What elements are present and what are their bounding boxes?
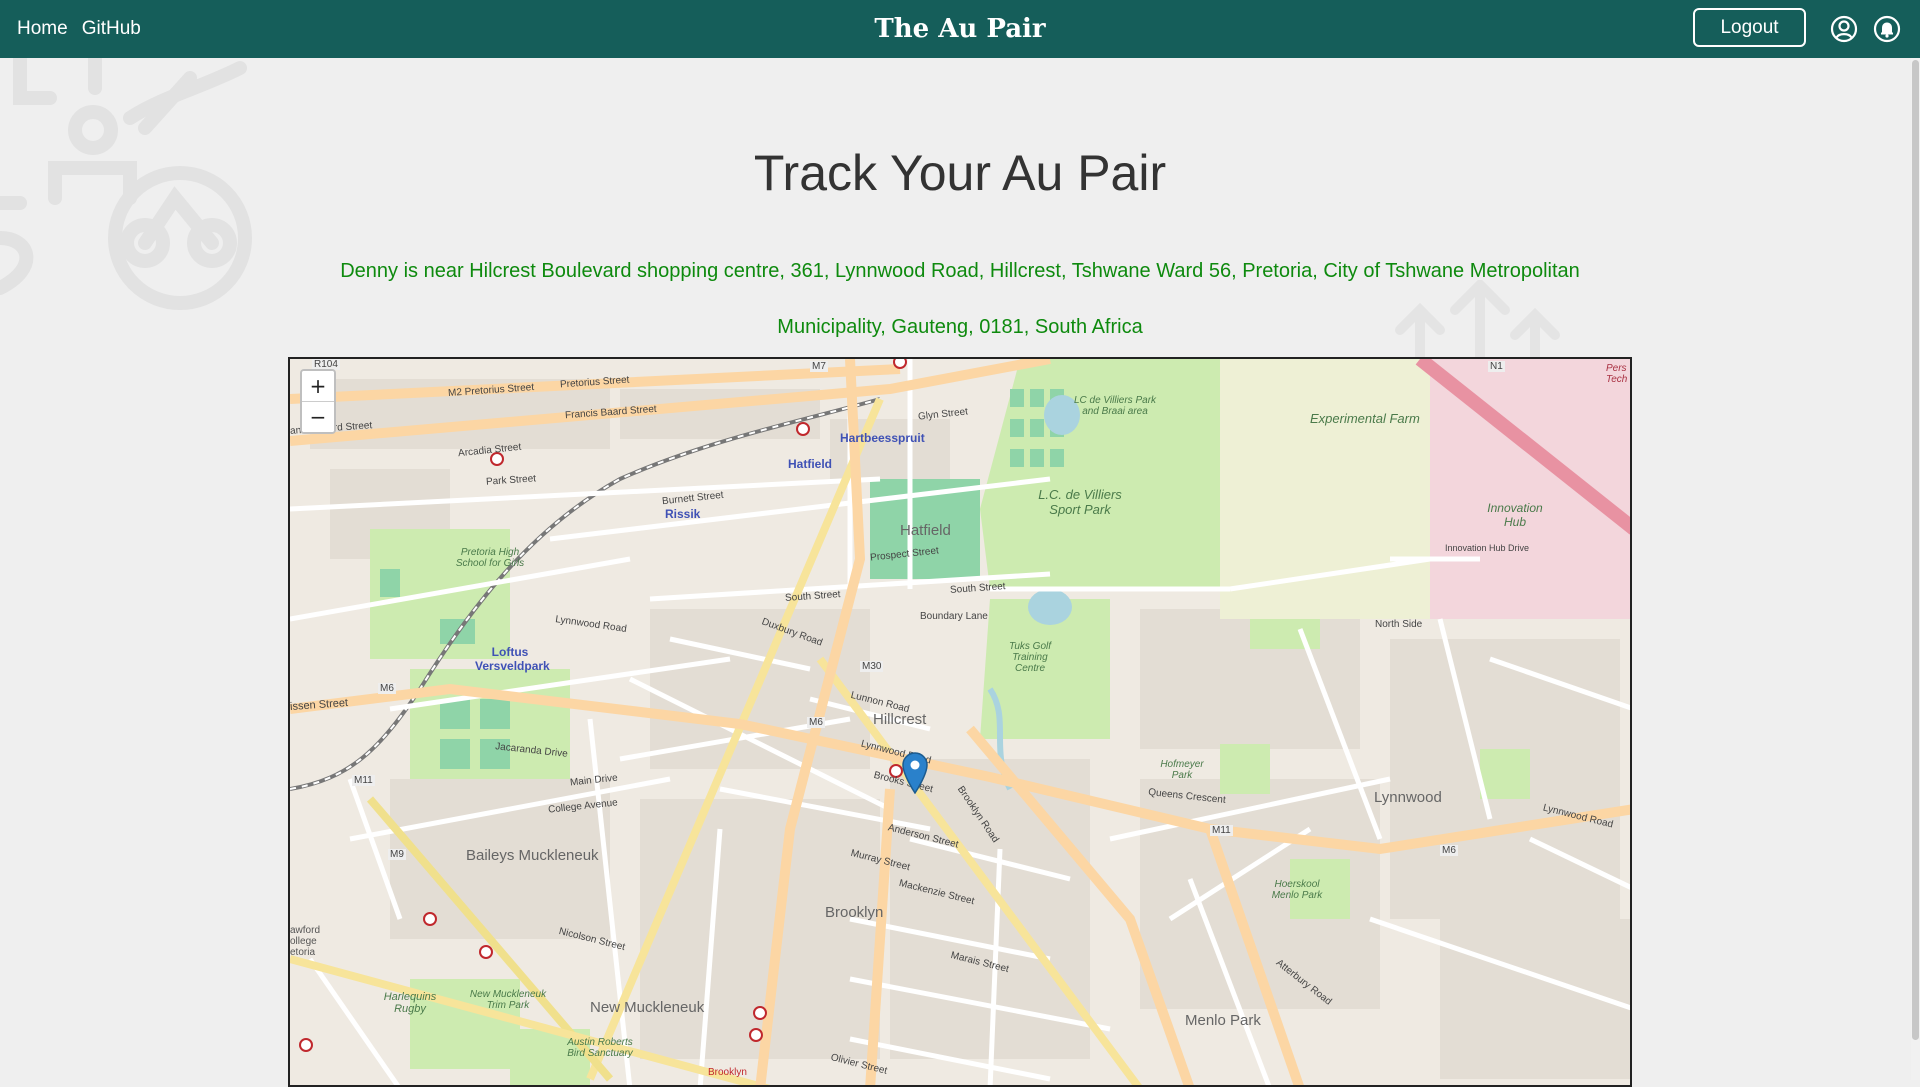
au-pair-location-text: Denny is near Hilcrest Boulevard shoppin… [340, 260, 1580, 338]
map-label-hatfield-station: Hatfield [788, 457, 833, 471]
map-shield-n1: N1 [1488, 361, 1505, 372]
map-label-baileys: Baileys Muckleneuk [466, 847, 599, 864]
map-shield-m6b: M6 [807, 717, 825, 728]
map-zoom-control: + − [300, 369, 336, 434]
map-label-austin-roberts: Austin Roberts Bird Sanctuary [567, 1037, 633, 1059]
map-label-lc-de-villiers: L.C. de Villiers Sport Park [1038, 487, 1122, 517]
map-label-north-side: North Side [1375, 619, 1423, 630]
zoom-out-button[interactable]: − [302, 402, 334, 432]
map-label-innovation-hub: Innovation Hub [1487, 501, 1543, 529]
map-label-menlo-park: Menlo Park [1185, 1012, 1261, 1029]
map-label-brooklyn: Brooklyn [825, 904, 884, 921]
map-label-hartbeesspruit: Hartbeesspruit [840, 431, 925, 445]
map-shield-m7: M7 [810, 361, 828, 372]
map-label-brooklyn-bottom: Brooklyn [708, 1067, 747, 1078]
nav-links: Home GitHub [17, 0, 141, 58]
map-label-lynnwood: Lynnwood [1374, 789, 1442, 806]
map-label-pretoria-high: Pretoria High School for Girls [455, 547, 525, 569]
page-scrollbar[interactable] [1911, 58, 1920, 1080]
map-shield-m6: M6 [378, 683, 396, 694]
map-label-hillcrest: Hillcrest [873, 711, 927, 728]
map-label-innovation-hub-drive: Innovation Hub Drive [1445, 543, 1530, 553]
map-label-experimental-farm: Experimental Farm [1310, 411, 1420, 426]
map-label-lc-braai: LC de Villiers Park and Braai area [1073, 395, 1157, 417]
tracking-map[interactable]: Experimental Farm L.C. de Villiers Sport… [288, 357, 1632, 1087]
map-label-hoerskool: Hoerskool Menlo Park [1271, 879, 1323, 901]
map-label-loftus: Loftus Versveldpark [475, 645, 550, 673]
map-label-rissik: Rissik [665, 507, 701, 521]
map-label-new-muckleneuk-park: New Muckleneuk Trim Park [469, 989, 547, 1011]
map-shield-m11b: M11 [1210, 825, 1233, 836]
scrollbar-thumb[interactable] [1912, 60, 1919, 1040]
user-circle-icon[interactable] [1830, 15, 1858, 43]
map-label-boundary-lane: Boundary Lane [920, 611, 988, 622]
map-label-new-muckleneuk: New Muckleneuk [590, 999, 705, 1016]
page-title: Track Your Au Pair [753, 145, 1167, 201]
map-label-harlequins: Harlequins Rugby [383, 991, 437, 1015]
map-shield-m30: M30 [860, 661, 884, 672]
bell-icon[interactable] [1873, 15, 1901, 43]
brand-logo: The Au Pair [874, 14, 1046, 44]
map-label-hofmeyer: Hofmeyer Park [1160, 759, 1204, 781]
map-shield-m6c: M6 [1440, 845, 1458, 856]
map-label-pers-tech: Pers Tech [1606, 363, 1628, 385]
map-label-hatfield: Hatfield [900, 522, 951, 539]
map-shield-m9: M9 [388, 849, 406, 860]
map-tiles[interactable] [290, 359, 1632, 1087]
nav-github-link[interactable]: GitHub [82, 18, 141, 40]
nav-home-link[interactable]: Home [17, 18, 68, 40]
map-label-tuks-golf: Tuks Golf Training Centre [1008, 641, 1052, 674]
map-label-awford: awford ollege etoria [290, 925, 321, 958]
logout-button[interactable]: Logout [1693, 8, 1806, 47]
top-navbar: Home GitHub The Au Pair Logout [0, 0, 1920, 58]
zoom-in-button[interactable]: + [302, 371, 334, 402]
map-pin-icon[interactable] [902, 752, 928, 794]
map-shield-m11: M11 [352, 775, 375, 786]
